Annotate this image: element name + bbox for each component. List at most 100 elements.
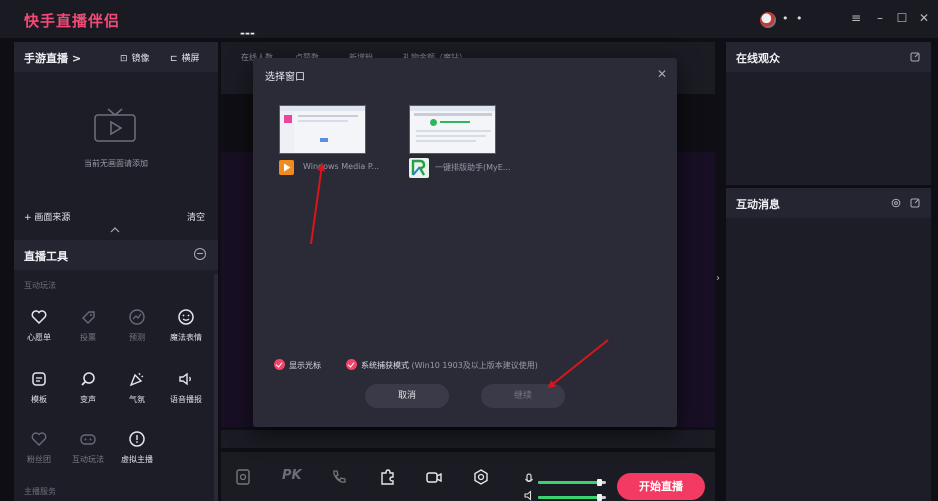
call-icon[interactable] [330, 468, 348, 486]
tools-header: 直播工具 [14, 240, 218, 270]
mic-icon [81, 372, 95, 386]
center-strip [221, 430, 715, 448]
messages-header: 互动消息 [726, 188, 931, 218]
mirror-button[interactable]: ⊡ 镜像 [120, 51, 150, 64]
landscape-button[interactable]: ⊏ 横屏 [170, 51, 200, 64]
user-avatar[interactable] [760, 12, 776, 28]
expand-right-icon[interactable]: › [716, 273, 720, 284]
system-capture-checkbox[interactable] [346, 359, 357, 370]
left-panel: 手游直播 > ⊡ 镜像 ⊏ 横屏 当前无画面请添加 + 画面来源 清空 直播工具 互… [14, 42, 218, 501]
minimize-icon[interactable]: – [872, 10, 888, 26]
user-name[interactable]: • • [782, 12, 804, 25]
dialog-close-icon[interactable]: ✕ [657, 67, 667, 81]
template-icon [32, 372, 46, 386]
speaker-icon [179, 372, 191, 386]
speaker-volume-knob[interactable] [597, 494, 603, 501]
mirror-icon: ⊡ [120, 54, 128, 64]
system-capture-text: 系统捕获模式 [361, 361, 409, 370]
scene-header: 手游直播 > ⊡ 镜像 ⊏ 横屏 [14, 42, 218, 72]
avatar-icon [129, 431, 145, 447]
settings-small-icon[interactable] [891, 198, 901, 208]
clear-button[interactable]: 清空 [187, 210, 205, 223]
cancel-button[interactable]: 取消 [365, 384, 449, 408]
badge-icon [31, 432, 47, 446]
tool-vote[interactable]: 投票 [63, 308, 113, 343]
tool-label: 语音播报 [170, 395, 202, 404]
interactive-messages-panel: 互动消息 [726, 188, 931, 501]
show-cursor-checkbox[interactable] [274, 359, 285, 370]
popout-icon[interactable] [910, 52, 920, 62]
mirror-label: 镜像 [131, 54, 150, 64]
close-icon[interactable]: ✕ [916, 10, 932, 26]
app-title: 快手直播伴侣 [24, 12, 121, 30]
audience-header: 在线观众 [726, 42, 931, 72]
window-name: 一键排版助手(MyE... [435, 163, 511, 172]
camera-icon[interactable] [425, 468, 443, 486]
tool-label: 模板 [31, 395, 47, 404]
tool-label: 互动玩法 [72, 455, 104, 464]
messages-title: 互动消息 [736, 198, 780, 211]
puzzle-icon[interactable] [378, 468, 396, 486]
landscape-label: 横屏 [181, 54, 200, 64]
smile-icon [178, 309, 194, 325]
tool-label: 虚拟主播 [121, 455, 153, 464]
gamepad-icon [80, 434, 96, 445]
maximize-icon[interactable]: ☐ [894, 10, 910, 26]
tool-voice-broadcast[interactable]: 语音播报 [161, 370, 211, 405]
tools-title: 直播工具 [24, 250, 68, 263]
tool-label: 预测 [129, 333, 145, 342]
system-capture-label: 系统捕获模式 (Win10 1903及以上版本建议使用) [361, 360, 538, 371]
tool-virtual-anchor[interactable]: 虚拟主播 [112, 430, 162, 465]
mode-selector[interactable]: 手游直播 > [24, 50, 81, 66]
tool-wishlist[interactable]: 心愿单 [14, 308, 64, 343]
tool-label: 变声 [80, 395, 96, 404]
audience-title: 在线观众 [736, 52, 780, 65]
speaker-volume-fill [538, 496, 600, 499]
dialog-title: 选择窗口 [265, 72, 305, 83]
online-audience-panel: 在线观众 [726, 42, 931, 185]
show-cursor-label: 显示光标 [289, 361, 321, 370]
tool-atmosphere[interactable]: 气氛 [112, 370, 162, 405]
section-service-label: 主播服务 [24, 487, 56, 496]
window-thumbnail-media-player[interactable] [279, 105, 366, 154]
empty-scene-text: 当前无画面请添加 [84, 159, 148, 168]
tool-label: 投票 [80, 333, 96, 342]
tool-magic-emoji[interactable]: 魔法表情 [161, 308, 211, 343]
tool-fan-group[interactable]: 粉丝团 [14, 430, 64, 465]
microphone-icon[interactable] [524, 473, 534, 485]
system-capture-note: (Win10 1903及以上版本建议使用) [411, 361, 538, 370]
start-live-button[interactable]: 开始直播 [617, 473, 705, 500]
settings-icon[interactable] [472, 468, 490, 486]
select-window-dialog: 选择窗口 ✕ Windows Media P... 一键排版助手(MyE... … [253, 58, 677, 427]
layout-helper-icon [409, 158, 429, 178]
record-icon[interactable] [234, 468, 252, 486]
mic-volume-knob[interactable] [597, 479, 603, 486]
tool-label: 心愿单 [27, 333, 51, 342]
collapse-tools-icon[interactable] [194, 248, 206, 260]
trend-icon [129, 309, 145, 325]
menu-icon[interactable]: ≡ [848, 10, 864, 26]
continue-button[interactable]: 继续 [481, 384, 565, 408]
tool-label: 魔法表情 [170, 333, 202, 342]
tool-label: 气氛 [129, 395, 145, 404]
media-player-icon [279, 160, 294, 175]
tool-predict[interactable]: 预测 [112, 308, 162, 343]
tool-voice-change[interactable]: 变声 [63, 370, 113, 405]
window-thumbnail-layout-helper[interactable] [409, 105, 496, 154]
landscape-icon: ⊏ [170, 54, 178, 64]
tv-icon [94, 108, 136, 142]
tool-interactive-play[interactable]: 互动玩法 [63, 430, 113, 465]
speaker-volume-icon[interactable] [524, 490, 534, 501]
popout-icon[interactable] [910, 198, 920, 208]
heart-icon [31, 310, 47, 325]
tools-scrollbar[interactable] [214, 274, 218, 501]
collapse-icon[interactable] [110, 226, 120, 234]
tag-icon [82, 311, 95, 324]
pk-icon[interactable]: PK [282, 468, 302, 486]
tool-template[interactable]: 模板 [14, 370, 64, 405]
section-interactive-label: 互动玩法 [24, 281, 56, 290]
title-bar: 快手直播伴侣 • • ≡ – ☐ ✕ [0, 0, 938, 38]
window-name: Windows Media P... [303, 162, 380, 171]
party-icon [129, 372, 144, 387]
add-source-button[interactable]: + 画面来源 [24, 210, 70, 223]
